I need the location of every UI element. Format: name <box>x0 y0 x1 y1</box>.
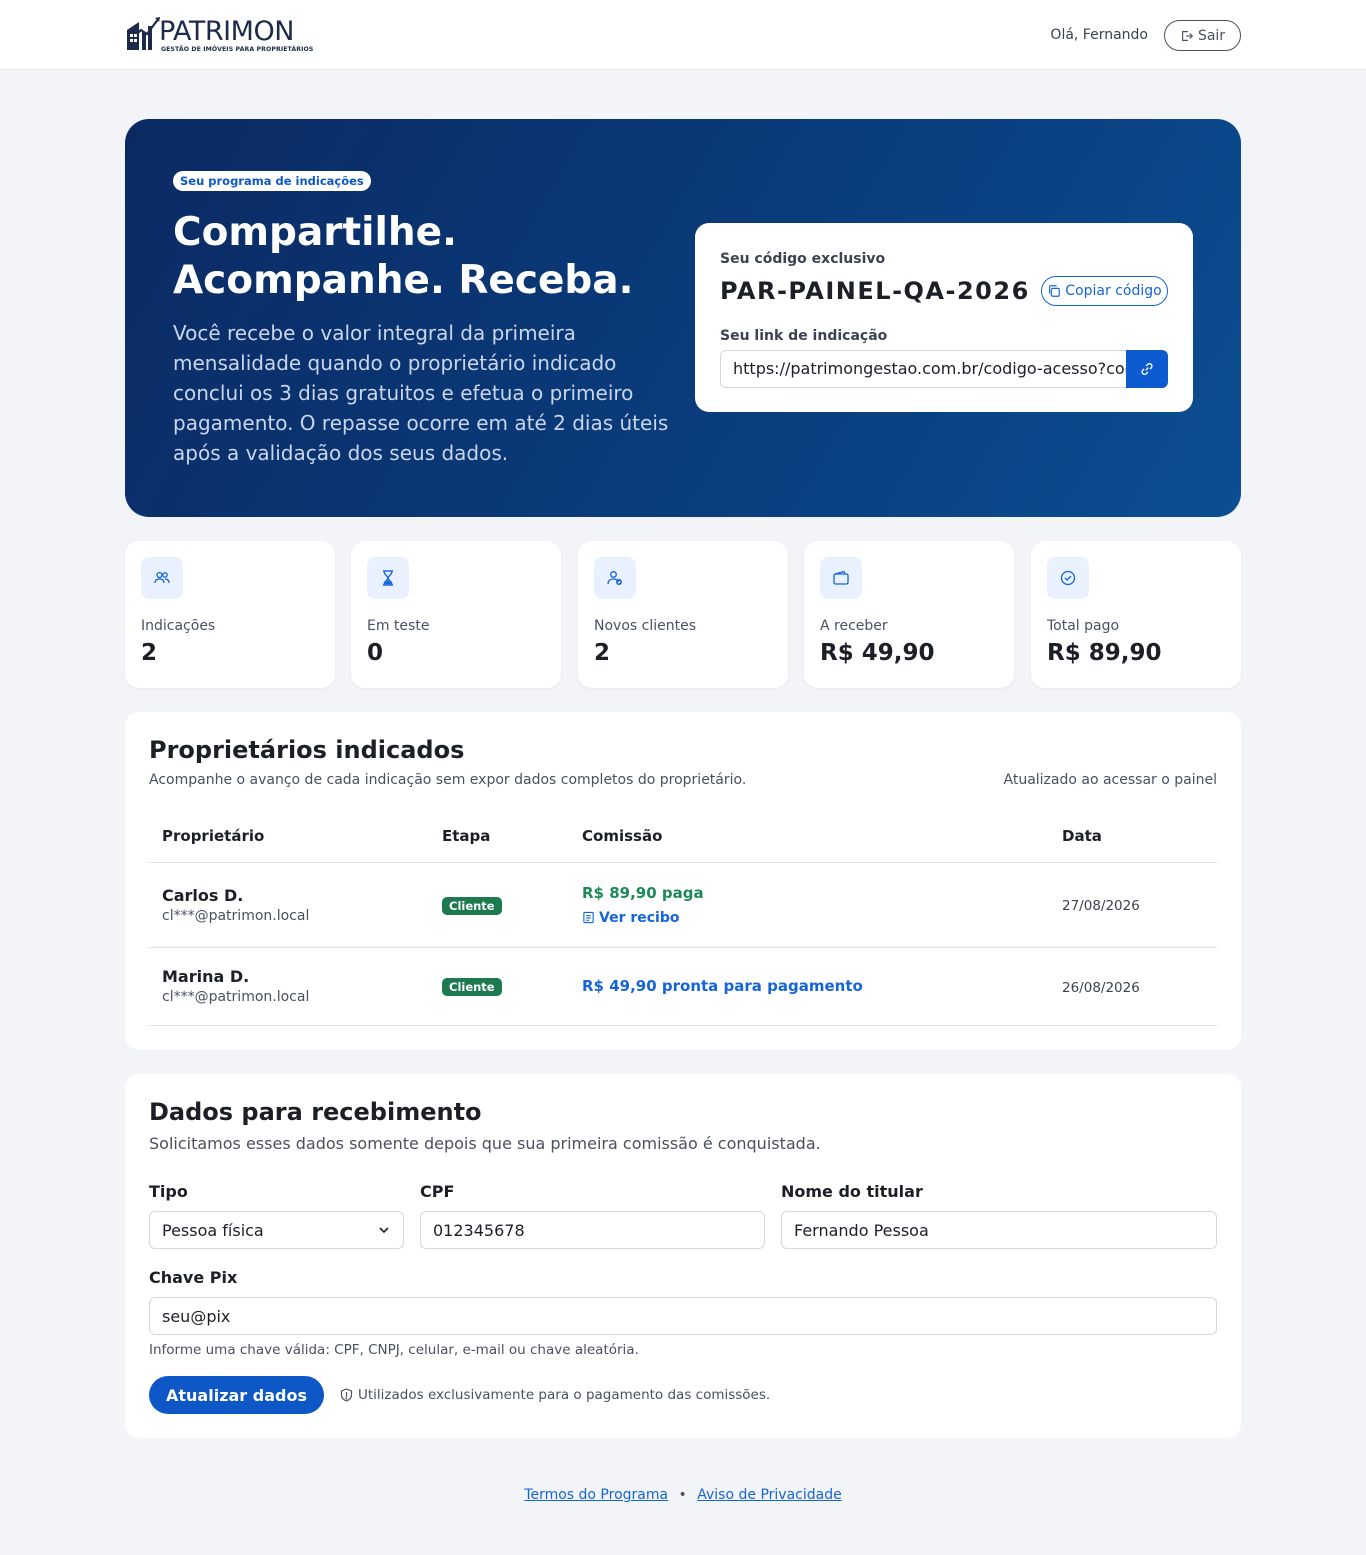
stat-label: Novos clientes <box>594 618 696 634</box>
stat-card-novos-clientes: Novos clientes 2 <box>578 541 788 688</box>
holder-name-value: Fernando Pessoa <box>794 1220 929 1240</box>
referral-link-input[interactable]: https://patrimongestao.com.br/codigo-ace… <box>720 350 1127 388</box>
referral-code: PAR-PAINEL-QA-2026 <box>720 277 1030 305</box>
referrals-panel: Proprietários indicados Acompanhe o avan… <box>125 712 1241 1050</box>
check-circle-icon <box>1060 570 1076 586</box>
receipt-icon <box>583 911 594 924</box>
owner-name: Marina D. <box>162 967 250 986</box>
type-label: Tipo <box>149 1182 188 1201</box>
updated-note: Atualizado ao acessar o painel <box>1003 772 1218 788</box>
column-header-comissao: Comissão <box>569 811 1049 863</box>
shield-icon <box>340 1388 353 1402</box>
cpf-value: 012345678 <box>433 1220 525 1240</box>
chevron-down-icon <box>379 1227 389 1234</box>
column-header-data: Data <box>1049 811 1217 863</box>
referral-code-card: Seu código exclusivo PAR-PAINEL-QA-2026 … <box>695 223 1193 412</box>
copy-icon <box>1049 285 1061 297</box>
hourglass-icon <box>383 570 393 586</box>
top-bar: PATRIMON GESTÃO DE IMÓVEIS PARA PROPRIET… <box>0 0 1366 70</box>
hero-title: Compartilhe. Acompanhe. Receba. <box>173 209 693 305</box>
user-check-icon <box>607 571 622 585</box>
user-greeting: Olá, Fernando <box>1050 27 1148 43</box>
link-icon <box>1141 362 1153 376</box>
stat-card-total-pago: Total pago R$ 89,90 <box>1031 541 1241 688</box>
security-note: Utilizados exclusivamente para o pagamen… <box>340 1387 770 1403</box>
logo-word: PATRIMON <box>159 16 294 47</box>
privacy-link[interactable]: Aviso de Privacidade <box>697 1487 841 1503</box>
pix-hint: Informe uma chave válida: CPF, CNPJ, cel… <box>149 1342 639 1358</box>
terms-link[interactable]: Termos do Programa <box>524 1487 668 1503</box>
footer: Termos do Programa • Aviso de Privacidad… <box>0 1487 1366 1503</box>
column-header-proprietario: Proprietário <box>149 811 429 863</box>
referrals-title: Proprietários indicados <box>149 736 465 764</box>
pix-key-input[interactable]: seu@pix <box>149 1297 1217 1335</box>
referral-date: 27/08/2026 <box>1062 898 1140 914</box>
cpf-label: CPF <box>420 1182 455 1201</box>
stage-badge: Cliente <box>442 978 502 996</box>
referrals-subtitle: Acompanhe o avanço de cada indicação sem… <box>149 772 747 788</box>
security-note-text: Utilizados exclusivamente para o pagamen… <box>358 1387 771 1403</box>
referrals-table: Proprietário Etapa Comissão Data Carlos … <box>149 811 1217 1026</box>
commission-ready: R$ 49,90 pronta para pagamento <box>582 977 863 995</box>
table-row: Carlos D. cl***@patrimon.local Cliente R… <box>149 862 1217 948</box>
stat-card-indicacoes: Indicações 2 <box>125 541 335 688</box>
logo-tagline: GESTÃO DE IMÓVEIS PARA PROPRIETÁRIOS <box>161 46 314 53</box>
update-data-button[interactable]: Atualizar dados <box>149 1376 324 1414</box>
logout-icon <box>1181 30 1193 41</box>
copy-code-label: Copiar código <box>1065 283 1162 299</box>
hero-title-line1: Compartilhe. <box>173 210 457 255</box>
code-label: Seu código exclusivo <box>720 251 886 267</box>
hero-banner: Seu programa de indicações Compartilhe. … <box>125 119 1241 517</box>
copy-link-button[interactable] <box>1126 350 1168 388</box>
logout-label: Sair <box>1197 27 1226 44</box>
type-selected-value: Pessoa física <box>162 1220 264 1240</box>
logo-mark-icon <box>127 17 160 50</box>
payment-title: Dados para recebimento <box>149 1098 482 1126</box>
owner-email: cl***@patrimon.local <box>162 989 310 1005</box>
table-header-row: Proprietário Etapa Comissão Data <box>149 811 1217 863</box>
owner-name: Carlos D. <box>162 885 244 905</box>
table-row: Marina D. cl***@patrimon.local Cliente R… <box>149 947 1217 1026</box>
stat-value: R$ 89,90 <box>1047 640 1162 666</box>
stat-label: Indicações <box>141 618 216 634</box>
stage-badge: Cliente <box>442 896 502 915</box>
commission-paid: R$ 89,90 paga <box>582 883 704 902</box>
type-select[interactable]: Pessoa física <box>149 1211 404 1249</box>
stat-card-em-teste: Em teste 0 <box>351 541 561 688</box>
referral-date: 26/08/2026 <box>1062 979 1140 996</box>
stat-label: Em teste <box>367 618 430 634</box>
owner-email: cl***@patrimon.local <box>162 907 310 924</box>
column-header-etapa: Etapa <box>429 811 569 863</box>
link-label: Seu link de indicação <box>720 328 888 344</box>
stat-value: 0 <box>367 640 384 666</box>
stat-value: R$ 49,90 <box>820 640 935 666</box>
copy-code-button[interactable]: Copiar código <box>1041 276 1168 306</box>
referral-link-value: https://patrimongestao.com.br/codigo-ace… <box>733 359 1127 378</box>
payment-subtitle: Solicitamos esses dados somente depois q… <box>149 1134 821 1153</box>
logout-button[interactable]: Sair <box>1164 20 1241 51</box>
holder-name-input[interactable]: Fernando Pessoa <box>781 1211 1217 1249</box>
hero-description: Você recebe o valor integral da primeira… <box>173 321 669 465</box>
stat-label: Total pago <box>1047 618 1120 634</box>
holder-label: Nome do titular <box>781 1182 923 1201</box>
patrimon-logo[interactable]: PATRIMON GESTÃO DE IMÓVEIS PARA PROPRIET… <box>125 16 315 56</box>
stat-value: 2 <box>141 640 158 666</box>
users-icon <box>154 571 170 584</box>
wallet-icon <box>833 570 849 585</box>
program-badge: Seu programa de indicações <box>173 171 371 191</box>
hero-title-line2: Acompanhe. Receba. <box>173 258 634 303</box>
stat-label: A receber <box>820 618 888 634</box>
pix-label: Chave Pix <box>149 1268 238 1287</box>
footer-separator: • <box>678 1487 687 1503</box>
payment-panel: Dados para recebimento Solicitamos esses… <box>125 1074 1241 1438</box>
stat-card-a-receber: A receber R$ 49,90 <box>804 541 1014 688</box>
pix-key-value: seu@pix <box>162 1306 231 1326</box>
view-receipt-link[interactable]: Ver recibo <box>582 910 1049 926</box>
stat-value: 2 <box>594 640 611 666</box>
view-receipt-label: Ver recibo <box>599 909 680 926</box>
cpf-input[interactable]: 012345678 <box>420 1211 765 1249</box>
